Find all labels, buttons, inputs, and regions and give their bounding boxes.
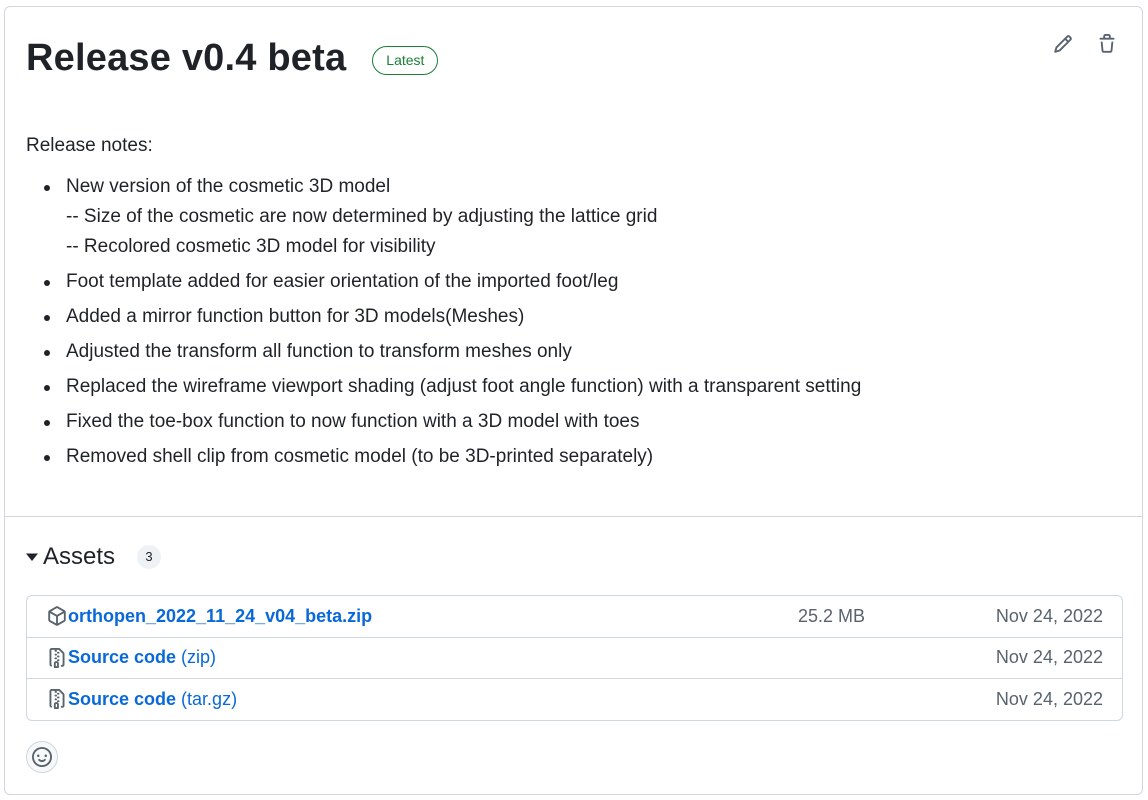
add-reaction-button[interactable] [26,741,58,773]
notes-intro: Release notes: [26,135,153,156]
pencil-icon [1054,35,1072,53]
release-actions [1050,31,1120,57]
triangle-down-icon [26,553,38,561]
notes-list-item: Fixed the toe-box function to now functi… [26,407,1116,437]
notes-list-item: Removed shell clip from cosmetic model (… [26,442,1116,472]
asset-size: 25.2 MB [798,605,866,626]
asset-name: Source code [68,689,177,710]
release-card: Release v0.4 beta Latest Release notes: … [4,6,1143,795]
asset-name: Source code [68,647,177,668]
asset-name: orthopen_2022_11_24_v04_beta.zip [68,605,373,626]
notes-item-text: New version of the cosmetic 3D model [66,176,391,197]
asset-row: Source code (tar.gz) Nov 24, 2022 [27,679,1122,720]
latest-badge: Latest [372,46,439,75]
source-code-targz-link[interactable]: Source code (tar.gz) [68,689,237,710]
assets-count-badge: 3 [137,545,162,569]
asset-row: Source code (zip) Nov 24, 2022 [27,638,1122,679]
asset-date: Nov 24, 2022 [995,689,1103,710]
smiley-icon [32,747,52,767]
asset-date: Nov 24, 2022 [995,647,1103,668]
section-divider [5,516,1142,517]
notes-list-item: Foot template added for easier orientati… [26,267,1116,297]
trash-icon [1099,34,1115,53]
notes-list-item: Replaced the wireframe viewport shading … [26,372,1116,402]
assets-title: Assets [43,543,116,570]
file-zip-icon [49,647,65,668]
delete-release-button[interactable] [1094,31,1120,57]
release-notes: Release notes: New version of the cosmet… [26,131,1116,477]
asset-row: orthopen_2022_11_24_v04_beta.zip 25.2 MB… [27,596,1122,638]
asset-download-link[interactable]: orthopen_2022_11_24_v04_beta.zip [68,606,372,627]
release-title[interactable]: Release v0.4 beta [26,37,346,80]
notes-sub-item: -- Recolored cosmetic 3D model for visib… [66,236,436,257]
notes-list-item: Added a mirror function button for 3D mo… [26,302,1116,332]
assets-list: orthopen_2022_11_24_v04_beta.zip 25.2 MB… [26,595,1123,721]
file-zip-icon [49,689,65,709]
release-header: Release v0.4 beta Latest [26,37,439,80]
asset-format: (zip) [176,647,217,668]
asset-format: (tar.gz) [176,689,238,710]
notes-sub-item: -- Size of the cosmetic are now determin… [66,206,658,227]
asset-date: Nov 24, 2022 [995,605,1103,626]
source-code-zip-link[interactable]: Source code (zip) [68,647,216,668]
notes-list-item: Adjusted the transform all function to t… [26,337,1116,367]
package-icon [48,606,66,626]
edit-release-button[interactable] [1050,31,1076,57]
notes-list-item: New version of the cosmetic 3D model -- … [26,172,1116,262]
notes-list: New version of the cosmetic 3D model -- … [26,172,1116,472]
assets-toggle[interactable]: Assets 3 [25,543,162,571]
